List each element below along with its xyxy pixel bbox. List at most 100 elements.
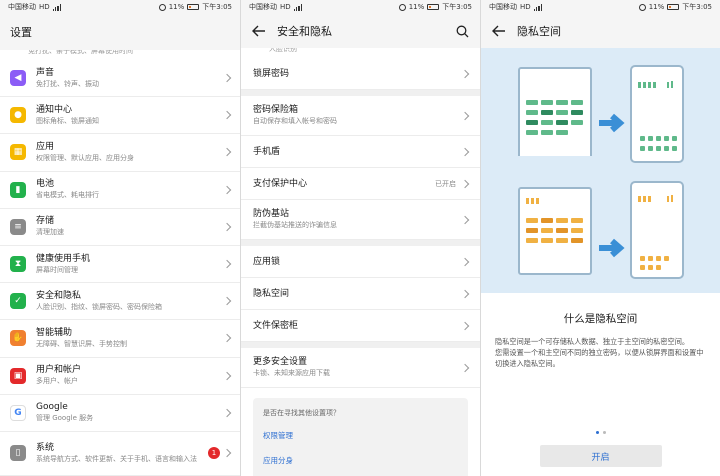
- settings-item[interactable]: ▯ 系统 系统导航方式、软件更新、关于手机、语言和输入法 1: [0, 432, 240, 476]
- settings-item-label: 用户和帐户: [36, 365, 82, 376]
- settings-item[interactable]: ≡ 存储 清理加速: [0, 209, 240, 246]
- hourglass-icon: ⧗: [10, 256, 26, 273]
- settings-screen: 中国移动 HD 11% 下午3:05 设置 免打扰、亲子模式、屏幕使用时间 ◀ 声…: [0, 0, 240, 476]
- security-item-label: 文件保密柜: [253, 320, 299, 331]
- settings-item[interactable]: ● 通知中心 图标角标、锁屏通知: [0, 97, 240, 135]
- settings-item[interactable]: ⧗ 健康使用手机 屏幕时间管理: [0, 246, 240, 284]
- settings-item[interactable]: ▣ 用户和帐户 多用户、帐户: [0, 358, 240, 395]
- security-item-text: 锁屏密码: [253, 68, 456, 80]
- page-title: 设置: [10, 26, 32, 39]
- security-item-label: 锁屏密码: [253, 68, 290, 79]
- security-item[interactable]: 应用锁: [241, 246, 480, 278]
- settings-item-subtitle: 图标角标、锁屏通知: [36, 116, 99, 125]
- google-icon: G: [10, 404, 26, 421]
- security-item-label: 防伪基站: [253, 209, 290, 219]
- settings-header: 设置: [0, 14, 240, 50]
- settings-item-text: 安全和隐私 人脸识别、指纹、锁屏密码、密码保险箱: [36, 290, 218, 313]
- page-title: 安全和隐私: [277, 25, 332, 38]
- settings-item-text: 电池 省电模式、耗电排行: [36, 178, 218, 201]
- privacy-desc-1: 隐私空间是一个可存储私人数据、独立于主空间的私密空间。: [495, 337, 690, 346]
- back-arrow-icon[interactable]: [491, 23, 507, 39]
- settings-item[interactable]: ✓ 安全和隐私 人脸识别、指纹、锁屏密码、密码保险箱: [0, 283, 240, 321]
- clock: 下午3:05: [682, 3, 712, 11]
- app-twin-link[interactable]: 应用分身: [263, 455, 458, 466]
- security-item[interactable]: 密码保险箱 自动保存和填入帐号和密码: [241, 96, 480, 136]
- settings-item-subtitle: 权限管理、默认应用、应用分身: [36, 153, 134, 162]
- settings-item[interactable]: ✋ 智能辅助 无障碍、智慧识屏、手势控制: [0, 320, 240, 358]
- security-item-text: 隐私空间: [253, 288, 456, 300]
- page-dot-active: [595, 431, 599, 434]
- security-item-text: 更多安全设置 卡锁、未知来源应用下载: [253, 356, 456, 379]
- settings-item-label: 电池: [36, 179, 55, 190]
- hand-icon: ✋: [10, 330, 26, 347]
- chevron-right-icon: [222, 185, 232, 194]
- hd-icon: HD: [280, 3, 291, 11]
- battery-percent: 11%: [408, 3, 425, 11]
- user-icon: ▣: [10, 367, 26, 384]
- settings-item-text: 用户和帐户 多用户、帐户: [36, 364, 218, 387]
- settings-item-label: Google: [36, 402, 68, 413]
- battery-icon: [667, 4, 680, 10]
- battery-icon: [187, 4, 200, 10]
- settings-item[interactable]: ◀ 声音 免打扰、铃声、振动: [0, 60, 240, 98]
- chevron-right-icon: [460, 215, 470, 224]
- security-item[interactable]: 锁屏密码: [241, 58, 480, 90]
- security-item-label: 隐私空间: [253, 288, 290, 299]
- security-item[interactable]: 文件保密柜: [241, 310, 480, 342]
- back-arrow-icon[interactable]: [251, 23, 267, 39]
- truncated-row: 免打扰、亲子模式、屏幕使用时间: [28, 50, 133, 55]
- settings-item[interactable]: ▮ 电池 省电模式、耗电排行: [0, 172, 240, 209]
- bell-icon: ●: [10, 107, 26, 124]
- chevron-right-icon: [222, 449, 232, 458]
- settings-item-text: 应用 权限管理、默认应用、应用分身: [36, 141, 218, 164]
- security-item-text: 密码保险箱 自动保存和填入帐号和密码: [253, 104, 456, 127]
- status-bar: 中国移动 HD 11% 下午3:05: [0, 0, 240, 14]
- security-item-subtitle: 拦截伪基站推送的诈骗信息: [253, 221, 337, 229]
- alarm-icon: [398, 3, 406, 11]
- settings-item-subtitle: 无障碍、智慧识屏、手势控制: [36, 339, 127, 348]
- security-item[interactable]: 隐私空间: [241, 278, 480, 310]
- truncated-row: 人脸识别: [269, 48, 297, 53]
- settings-item-label: 系统: [36, 442, 55, 453]
- hd-icon: HD: [520, 3, 531, 11]
- page-title: 隐私空间: [517, 25, 561, 38]
- system-icon: ▯: [10, 445, 26, 462]
- privacy-space-screen: 中国移动 HD 11% 下午3:05 隐私空间 什么是隐私空间 隐私空间是一个可…: [480, 0, 720, 476]
- hd-icon: HD: [39, 3, 50, 11]
- enable-button[interactable]: 开启: [539, 445, 662, 467]
- chevron-right-icon: [460, 363, 470, 372]
- settings-item[interactable]: ▦ 应用 权限管理、默认应用、应用分身: [0, 134, 240, 172]
- security-item[interactable]: 支付保护中心 已开启: [241, 168, 480, 200]
- settings-item-text: 健康使用手机 屏幕时间管理: [36, 253, 218, 276]
- security-item-status: 已开启: [435, 179, 456, 188]
- settings-item[interactable]: G Google 管理 Google 服务: [0, 395, 240, 432]
- security-item-label: 密码保险箱: [253, 105, 299, 115]
- security-item-subtitle: 卡锁、未知来源应用下载: [253, 369, 330, 377]
- settings-item-text: 通知中心 图标角标、锁屏通知: [36, 104, 218, 127]
- battery-icon: ▮: [10, 181, 26, 198]
- settings-item-subtitle: 免打扰、铃声、振动: [36, 79, 99, 88]
- chevron-right-icon: [222, 371, 232, 380]
- security-item[interactable]: 防伪基站拦截伪基站推送的诈骗信息: [241, 200, 480, 240]
- settings-item-label: 智能辅助: [36, 327, 73, 338]
- status-bar: 中国移动 HD 11% 下午3:05: [481, 0, 720, 14]
- settings-list: ◀ 声音 免打扰、铃声、振动 ● 通知中心 图标角标、锁屏通知 ▦ 应用 权限管理、默认应用、应…: [0, 60, 240, 476]
- search-icon[interactable]: [454, 23, 470, 39]
- carrier-label: 中国移动: [8, 3, 36, 11]
- settings-item-text: 系统 系统导航方式、软件更新、关于手机、语言和输入法: [36, 442, 218, 465]
- status-bar: 中国移动 HD 11% 下午3:05: [241, 0, 480, 14]
- chevron-right-icon: [222, 259, 232, 269]
- sound-icon: ◀: [10, 70, 26, 87]
- page-indicator: [481, 431, 720, 434]
- security-header: 安全和隐私: [241, 14, 480, 48]
- carrier-label: 中国移动: [489, 3, 517, 11]
- settings-item-label: 健康使用手机: [36, 253, 91, 264]
- signal-icon: [533, 3, 542, 11]
- security-item[interactable]: 更多安全设置 卡锁、未知来源应用下载: [241, 348, 480, 388]
- security-item[interactable]: 手机盾: [241, 136, 480, 168]
- clock: 下午3:05: [202, 3, 232, 11]
- chevron-right-icon: [222, 111, 232, 120]
- privacy-header: 隐私空间: [481, 14, 720, 48]
- permission-manage-link[interactable]: 权限管理: [263, 430, 458, 441]
- chevron-right-icon: [460, 321, 470, 330]
